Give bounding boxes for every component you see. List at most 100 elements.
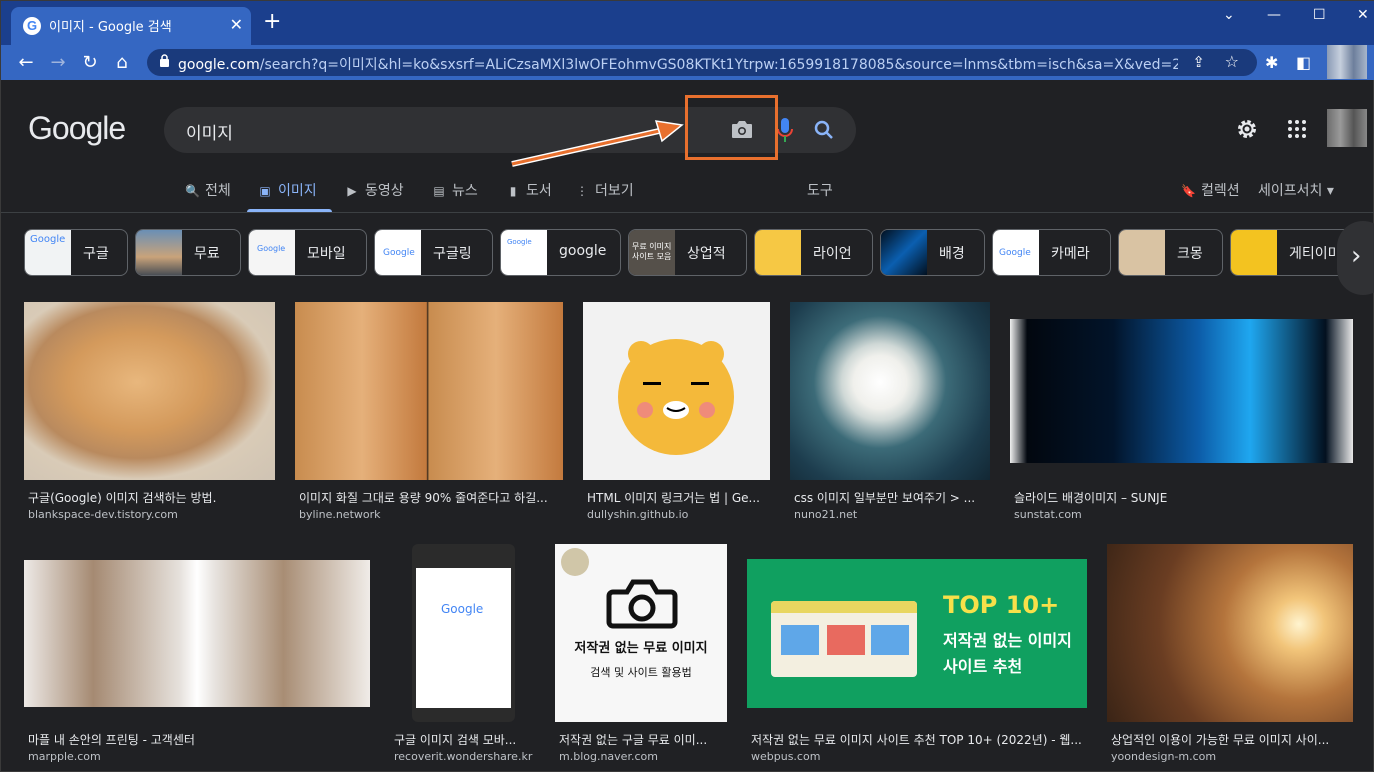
- chip-thumb: Google: [249, 230, 295, 275]
- result-source[interactable]: yoondesign-m.com: [1111, 750, 1216, 763]
- browser-tab[interactable]: G 이미지 - Google 검색 ✕: [11, 7, 251, 45]
- result-caption[interactable]: HTML 이미지 링크거는 법 | Ge...: [587, 489, 767, 506]
- image-icon: ▣: [259, 184, 271, 198]
- result-caption[interactable]: 이미지 화질 그대로 용량 90% 줄여준다고 하길...: [299, 489, 561, 506]
- tools-button[interactable]: 도구: [807, 180, 833, 200]
- safesearch-dropdown[interactable]: 세이프서치 ▾: [1258, 180, 1334, 200]
- chip-thumb: [1119, 230, 1165, 275]
- home-icon[interactable]: ⌂: [111, 52, 133, 73]
- result-image[interactable]: [1107, 544, 1353, 722]
- tab-images[interactable]: ▣ 이미지: [258, 180, 316, 200]
- result-caption[interactable]: css 이미지 일부분만 보여주기 > ...: [794, 489, 988, 506]
- chip-camera[interactable]: Google 카메라: [992, 229, 1111, 276]
- active-tab-indicator: [247, 209, 332, 212]
- result-image[interactable]: Google: [412, 544, 515, 722]
- tab-more[interactable]: ⋮ 더보기: [575, 180, 634, 200]
- window-close-icon[interactable]: ✕: [1357, 7, 1369, 23]
- minimize-icon[interactable]: —: [1267, 7, 1281, 23]
- chip-thumb: [755, 230, 801, 275]
- result-source[interactable]: blankspace-dev.tistory.com: [28, 508, 178, 521]
- chip-background[interactable]: 배경: [880, 229, 985, 276]
- result-image[interactable]: [790, 302, 990, 480]
- account-avatar[interactable]: [1327, 109, 1367, 147]
- result-image[interactable]: [583, 302, 770, 480]
- result-image[interactable]: [24, 302, 275, 480]
- book-icon: ▮: [509, 184, 517, 198]
- result-source[interactable]: webpus.com: [751, 750, 820, 763]
- result-image[interactable]: [295, 302, 563, 480]
- chip-kmong[interactable]: 크몽: [1118, 229, 1223, 276]
- more-vert-icon: ⋮: [576, 184, 588, 198]
- result-caption[interactable]: 마플 내 손안의 프린팅 - 고객센터: [28, 731, 368, 748]
- new-tab-button[interactable]: +: [263, 11, 281, 33]
- microphone-icon[interactable]: [776, 117, 794, 143]
- tab-all[interactable]: 🔍 전체: [185, 180, 231, 200]
- chip-thumb: Google: [25, 230, 71, 275]
- result-source[interactable]: byline.network: [299, 508, 381, 521]
- search-icon[interactable]: [812, 118, 836, 142]
- result-source[interactable]: m.blog.naver.com: [559, 750, 658, 763]
- collections-button[interactable]: 🔖 컬렉션: [1181, 180, 1240, 200]
- bookmark-star-icon[interactable]: ☆: [1225, 52, 1239, 71]
- result-image[interactable]: 저작권 없는 무료 이미지 검색 및 사이트 활용법: [555, 544, 727, 722]
- chip-googling[interactable]: Google 구글링: [374, 229, 493, 276]
- result-caption[interactable]: 구글(Google) 이미지 검색하는 방법.: [28, 489, 272, 506]
- top10-line1: 저작권 없는 이미지: [943, 631, 1072, 650]
- chip-label: 구글: [83, 246, 109, 262]
- search-nav-tabs: 🔍 전체 ▣ 이미지 ▶ 동영상 ▤ 뉴스 ▮ 도서 ⋮ 더보기 도구 🔖 컬렉션 세이프서치…: [1, 171, 1374, 213]
- chip-commercial[interactable]: 무료 이미지 사이트 모음 상업적: [628, 229, 747, 276]
- result-source[interactable]: dullyshin.github.io: [587, 508, 688, 521]
- chip-google[interactable]: Google 구글: [24, 229, 128, 276]
- url-field[interactable]: google.com/search?q=이미지&hl=ko&sxsrf=ALiC…: [147, 49, 1257, 76]
- apps-grid-icon[interactable]: [1285, 117, 1309, 141]
- result-image[interactable]: [1010, 319, 1353, 463]
- chip-label: 카메라: [1051, 246, 1090, 262]
- search-input[interactable]: 이미지: [186, 119, 233, 144]
- extensions-icon[interactable]: ✱: [1265, 53, 1278, 72]
- settings-gear-icon[interactable]: [1235, 117, 1259, 141]
- result-source[interactable]: marpple.com: [28, 750, 101, 763]
- maximize-icon[interactable]: ☐: [1313, 7, 1326, 23]
- chip-free[interactable]: 무료: [135, 229, 241, 276]
- result-caption[interactable]: 슬라이드 배경이미지 – SUNJE: [1014, 489, 1350, 506]
- url-path: /search?q=이미지&hl=ko&sxsrf=ALiCzsaMXl3lwO…: [259, 57, 1178, 73]
- chip-mobile[interactable]: Google 모바일: [248, 229, 367, 276]
- play-icon: ▶: [347, 184, 357, 198]
- profile-avatar[interactable]: [1327, 45, 1367, 79]
- phone-google-logo: Google: [441, 602, 484, 616]
- result-caption[interactable]: 상업적인 이용이 가능한 무료 이미지 사이...: [1111, 731, 1351, 748]
- google-logo[interactable]: Google: [28, 110, 126, 147]
- forward-icon[interactable]: →: [47, 52, 69, 73]
- side-panel-icon[interactable]: ◧: [1296, 53, 1311, 72]
- result-caption[interactable]: 저작권 없는 무료 이미지 사이트 추천 TOP 10+ (2022년) - 웹…: [751, 731, 1086, 748]
- result-source[interactable]: sunstat.com: [1014, 508, 1082, 521]
- share-icon[interactable]: ⇪: [1192, 53, 1205, 71]
- tab-search-icon[interactable]: ⌄: [1223, 7, 1235, 23]
- url-text: google.com/search?q=이미지&hl=ko&sxsrf=ALiC…: [178, 54, 1178, 74]
- back-icon[interactable]: ←: [15, 52, 37, 73]
- result-source[interactable]: nuno21.net: [794, 508, 857, 521]
- reload-icon[interactable]: ↻: [79, 52, 101, 73]
- tab-close-icon[interactable]: ✕: [230, 15, 243, 34]
- result-caption[interactable]: 저작권 없는 구글 무료 이미...: [559, 731, 725, 748]
- chip-label: 배경: [939, 246, 965, 262]
- chip-thumb: [136, 230, 182, 275]
- tab-news[interactable]: ▤ 뉴스: [432, 180, 477, 200]
- result-image[interactable]: TOP 10+ 저작권 없는 이미지 사이트 추천: [747, 559, 1087, 708]
- search-small-icon: 🔍: [185, 184, 200, 198]
- tab-bar: G 이미지 - Google 검색 ✕ + ⌄ — ☐ ✕: [1, 1, 1374, 45]
- tab-books[interactable]: ▮ 도서: [506, 180, 552, 200]
- chip-ryan[interactable]: 라이언: [754, 229, 873, 276]
- result-caption[interactable]: 구글 이미지 검색 모바...: [394, 731, 519, 748]
- chips-next-arrow-icon[interactable]: ›: [1337, 221, 1374, 295]
- chip-thumb: [881, 230, 927, 275]
- result-source[interactable]: recoverit.wondershare.kr: [394, 750, 532, 763]
- result-image[interactable]: [24, 560, 370, 707]
- chip-thumb: 무료 이미지 사이트 모음: [629, 230, 675, 275]
- chip-label: 모바일: [307, 246, 346, 262]
- url-host: google.com: [178, 57, 260, 73]
- top10-title: TOP 10+: [943, 591, 1060, 619]
- tab-videos[interactable]: ▶ 동영상: [345, 180, 403, 200]
- lock-icon: [160, 54, 169, 67]
- chip-google-en[interactable]: Google google: [500, 229, 621, 276]
